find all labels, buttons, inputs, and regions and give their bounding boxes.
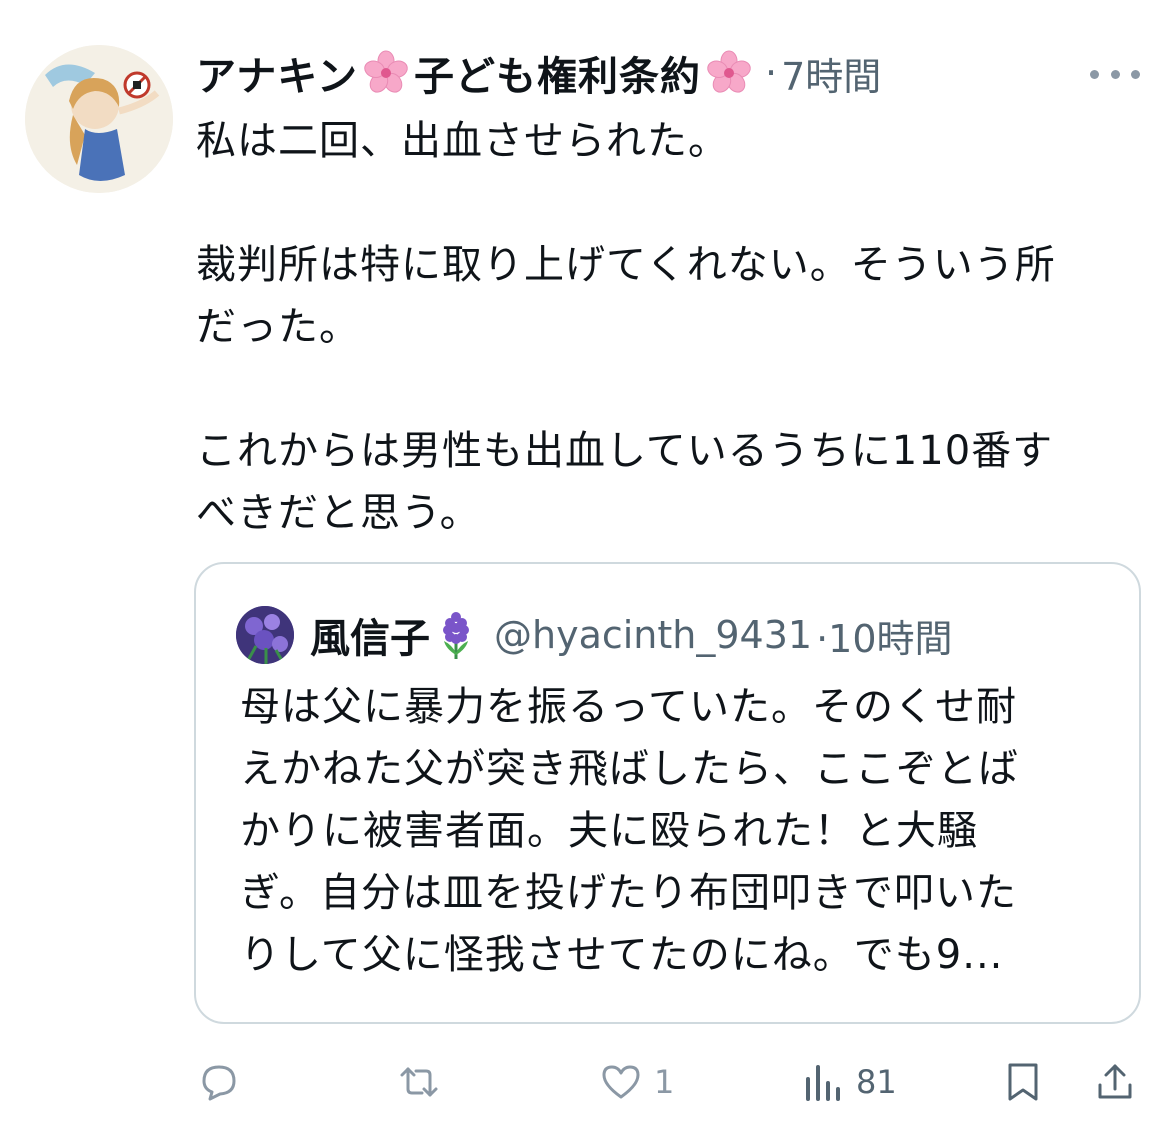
share-icon: [1098, 1064, 1132, 1099]
reply-icon: [202, 1065, 236, 1101]
tweet-line: べきだと思う。: [196, 490, 481, 536]
quoted-timestamp: ·10時間: [816, 616, 953, 661]
more-dot: [1110, 69, 1120, 79]
quoted-tweet-text: 母は父に暴力を振るっていた。そのくせ耐 えかねた父が突き飛ばしたら、ここぞとば …: [240, 676, 1100, 986]
heart-icon: [602, 1065, 640, 1099]
quoted-line: ぎ。自分は皿を投げたり布団叩きで叩いた: [240, 870, 1017, 916]
retweet-icon: [400, 1067, 438, 1097]
quoted-author-avatar: [236, 606, 294, 664]
reply-button[interactable]: [196, 1046, 252, 1118]
author-name[interactable]: アナキン 子ども権利条約: [196, 44, 757, 102]
bookmark-button[interactable]: [1000, 1046, 1046, 1118]
tweet-separator: ·: [765, 51, 778, 95]
cherry-blossom-icon: [705, 49, 753, 97]
author-name-text-2: 子ども権利条約: [414, 54, 701, 100]
like-count: 1: [654, 1063, 675, 1101]
bookmark-icon: [1008, 1063, 1038, 1101]
views-count: 81: [856, 1063, 897, 1101]
tweet-header: アナキン 子ども権利条約 · 7時間: [196, 38, 1140, 108]
tweet-line: 裁判所は特に取り上げてくれない。そういう所: [196, 242, 1056, 288]
hyacinth-icon: [434, 611, 478, 659]
quoted-line: りして父に怪我させてたのにね。でも9...: [240, 932, 1004, 978]
retweet-button[interactable]: [396, 1046, 452, 1118]
quoted-line: かりに被害者面。夫に殴られた！と大騒: [240, 808, 978, 854]
more-dot: [1131, 69, 1140, 79]
tweet-line: だった。: [196, 304, 360, 350]
author-avatar[interactable]: [25, 45, 173, 193]
bar-chart-icon: [806, 1065, 840, 1101]
quoted-line: えかねた父が突き飛ばしたら、ここぞとば: [240, 746, 1019, 792]
quoted-author-name: 風信子: [310, 616, 430, 662]
cherry-blossom-icon: [362, 49, 410, 97]
tweet-line: 私は二回、出血させられた。: [196, 118, 729, 164]
quoted-line: 母は父に暴力を振るっていた。そのくせ耐: [240, 684, 1017, 730]
more-dot: [1090, 69, 1099, 79]
views-button[interactable]: 81: [800, 1046, 897, 1118]
tweet-line: これからは男性も出血しているうちに110番す: [196, 428, 1054, 474]
like-button[interactable]: 1: [598, 1046, 674, 1118]
tweet-timestamp[interactable]: 7時間: [781, 46, 881, 101]
more-options-icon[interactable]: [1090, 62, 1140, 86]
author-name-text: アナキン: [196, 54, 358, 100]
tweet-text: 私は二回、出血させられた。 裁判所は特に取り上げてくれない。そういう所 だった。…: [196, 110, 1146, 544]
tweet-action-bar: 1 81: [196, 1046, 1146, 1118]
quoted-tweet-header: 風信子 @hyacinth_9431 ·10時間: [236, 604, 1119, 666]
quoted-tweet[interactable]: 風信子 @hyacinth_9431 ·10時間 母は父に暴力を振るっていた。そ…: [194, 562, 1141, 1024]
quoted-author-handle: @hyacinth_9431: [494, 613, 813, 657]
share-button[interactable]: [1092, 1046, 1138, 1118]
